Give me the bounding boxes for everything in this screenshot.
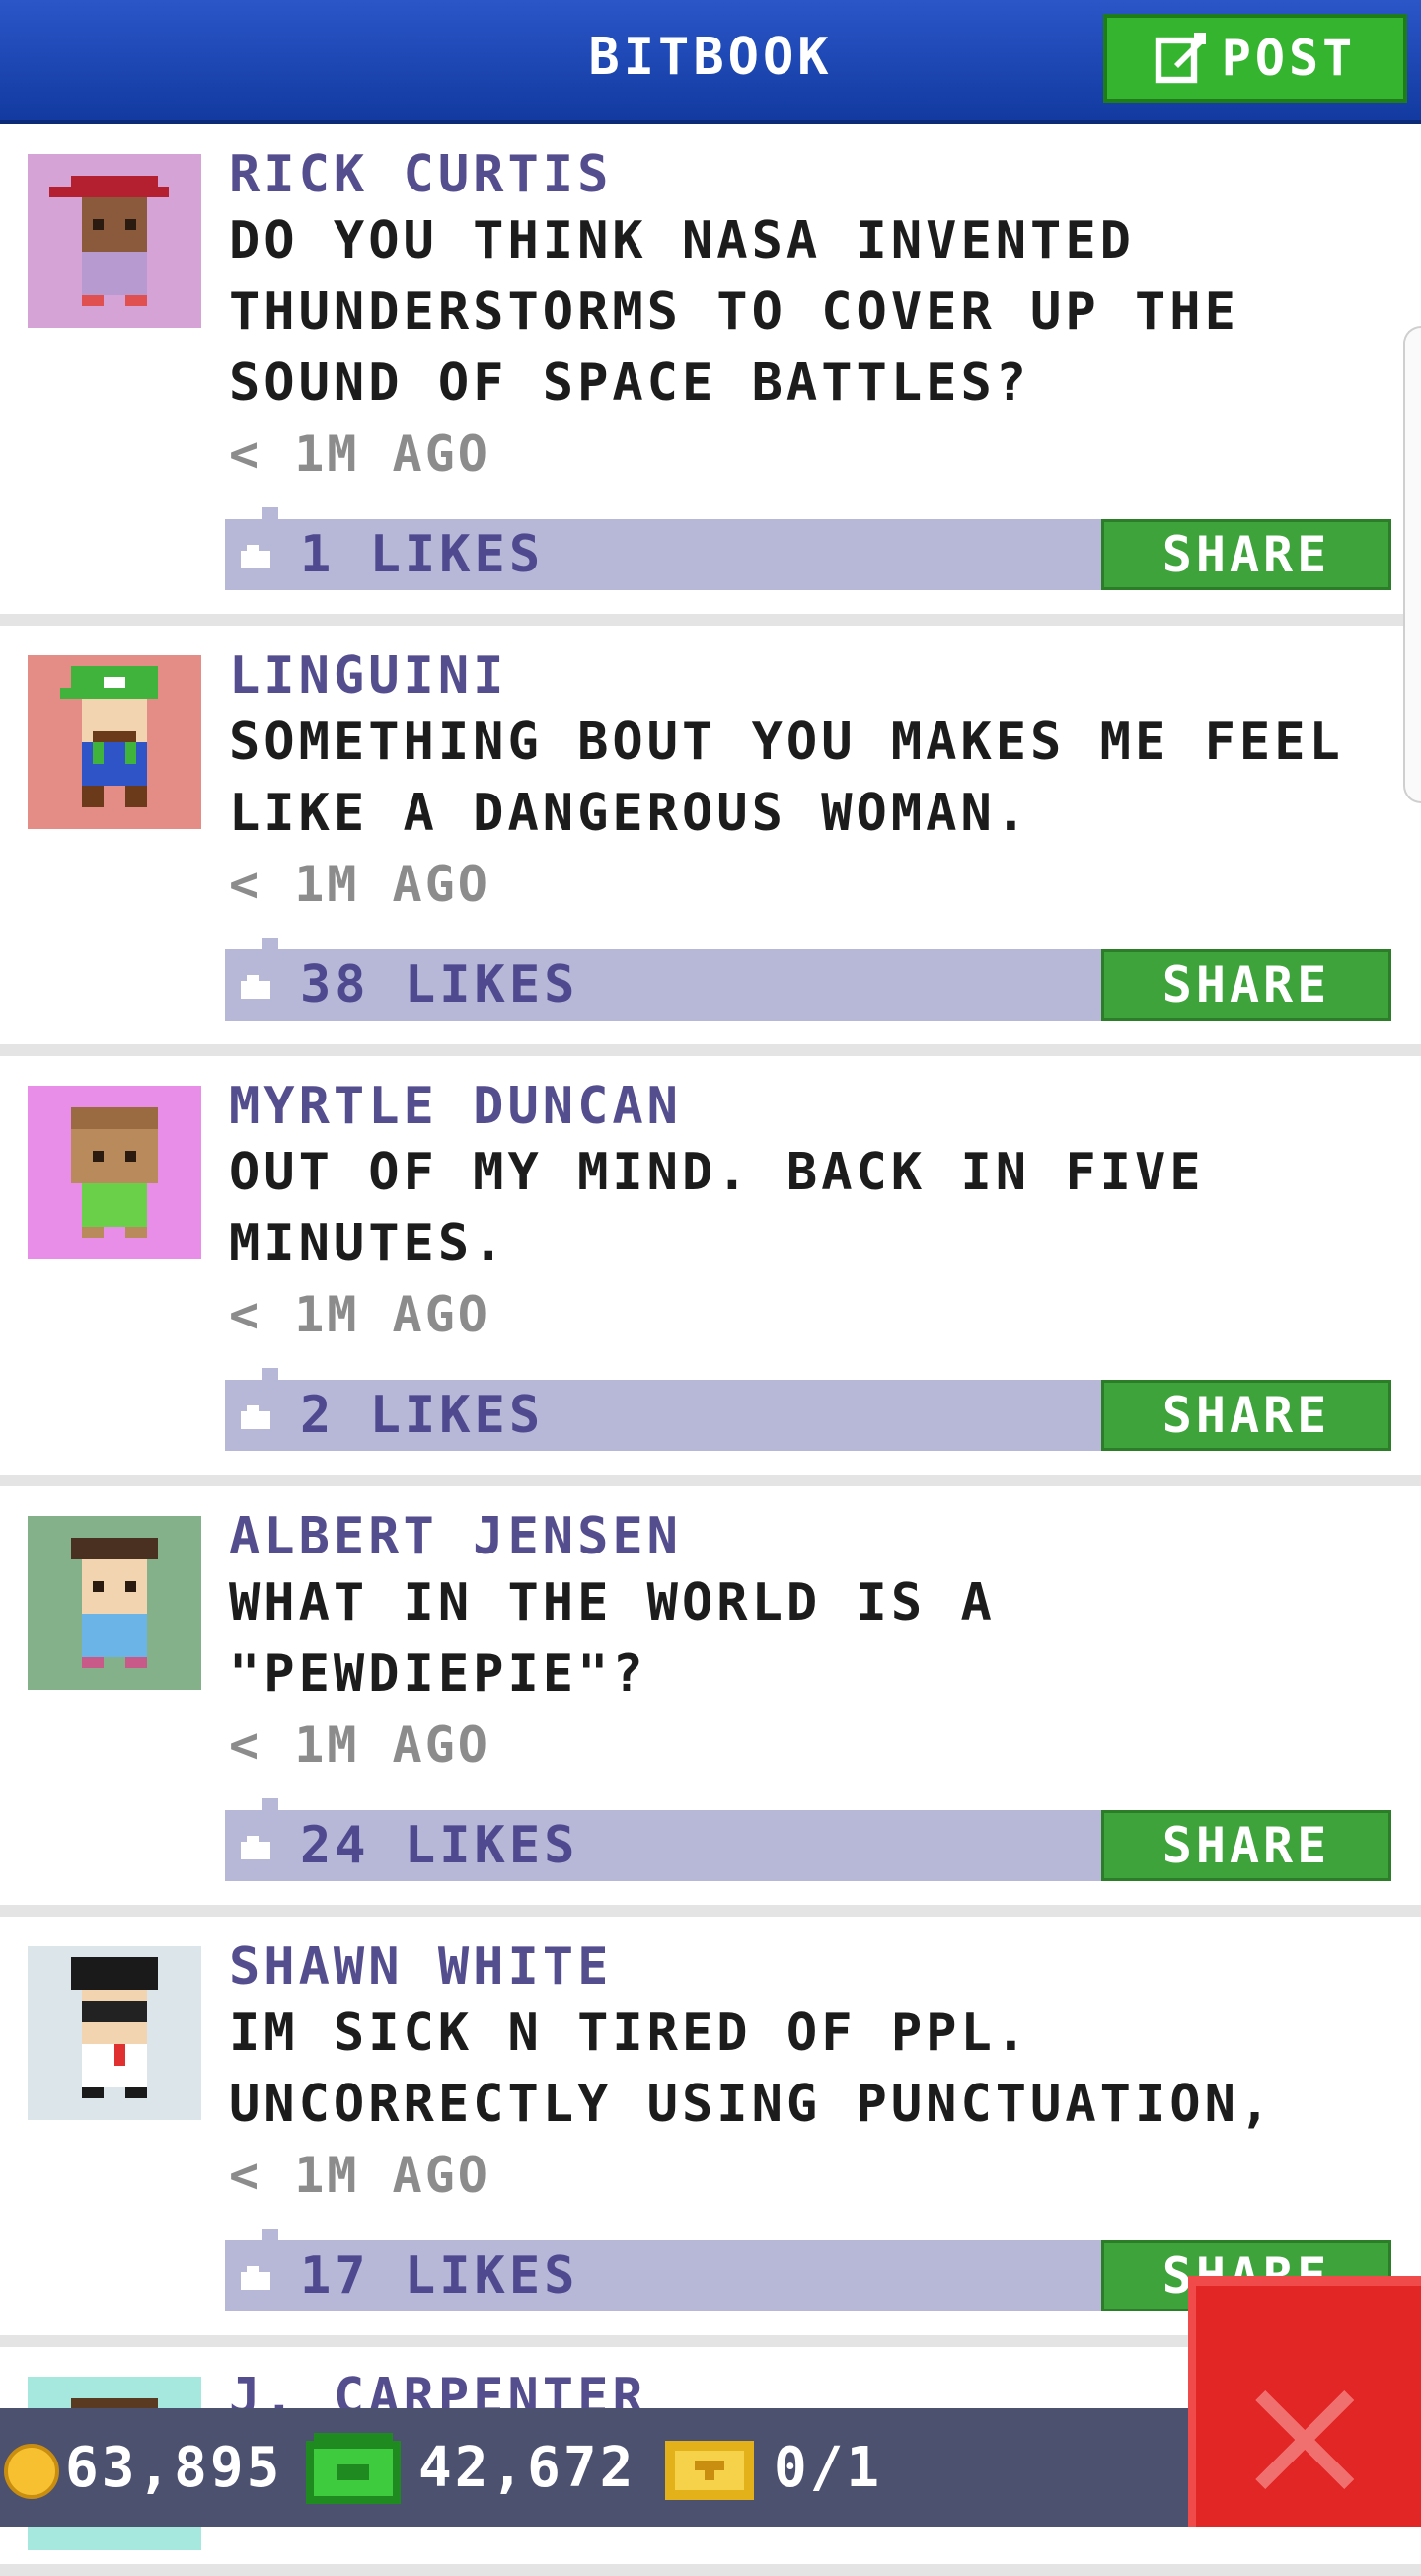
post-button[interactable]: POST <box>1103 14 1407 103</box>
likes-count: 1 LIKES <box>300 525 545 584</box>
share-button[interactable]: SHARE <box>1101 949 1391 1021</box>
compose-icon <box>1155 33 1206 84</box>
post-item: MYRTLE DUNCAN OUT OF MY MIND. BACK IN FI… <box>0 1056 1421 1486</box>
likes-count: 2 LIKES <box>300 1386 545 1445</box>
likes-count: 24 LIKES <box>300 1816 579 1875</box>
likes-bar[interactable]: 1 LIKES SHARE <box>225 507 1391 590</box>
like-icon <box>241 1836 270 1859</box>
post-time: < 1M AGO <box>229 1716 490 1774</box>
post-item: ALBERT JENSEN WHAT IN THE WORLD IS A "PE… <box>0 1486 1421 1917</box>
cash-icon <box>306 2433 401 2504</box>
post-time: < 1M AGO <box>229 2147 490 2204</box>
like-icon <box>241 975 270 999</box>
likes-count: 17 LIKES <box>300 2246 579 2306</box>
share-button[interactable]: SHARE <box>1101 1380 1391 1451</box>
likes-bar[interactable]: 2 LIKES SHARE <box>225 1368 1391 1451</box>
like-icon <box>241 1405 270 1429</box>
post-message: WHAT IN THE WORLD IS A "PEWDIEPIE"? <box>229 1573 996 1704</box>
avatar <box>28 1946 201 2120</box>
coins-count: 63,895 <box>65 2436 283 2500</box>
post-author[interactable]: MYRTLE DUNCAN <box>229 1076 1393 1137</box>
close-button[interactable] <box>1188 2276 1421 2527</box>
post-message: IM SICK N TIRED OF PPL. UNCORRECTLY USIN… <box>229 2004 1275 2134</box>
avatar <box>28 1516 201 1690</box>
post-author[interactable]: SHAWN WHITE <box>229 1936 1393 1998</box>
avatar <box>28 655 201 829</box>
ticket-icon <box>665 2441 754 2500</box>
post-item: LINGUINI SOMETHING BOUT YOU MAKES ME FEE… <box>0 626 1421 1056</box>
close-icon <box>1255 2390 1354 2489</box>
likes-bar[interactable]: 24 LIKES SHARE <box>225 1798 1391 1881</box>
tickets-count: 0/1 <box>774 2436 883 2500</box>
like-icon <box>241 545 270 568</box>
top-header: BITBOOK POST <box>0 0 1421 124</box>
post-time: < 1M AGO <box>229 1286 490 1343</box>
post-author[interactable]: ALBERT JENSEN <box>229 1506 1393 1567</box>
post-feed[interactable]: RICK CURTIS DO YOU THINK NASA INVENTED T… <box>0 124 1421 2576</box>
likes-bar[interactable]: 38 LIKES SHARE <box>225 938 1391 1021</box>
share-button[interactable]: SHARE <box>1101 1810 1391 1881</box>
coin-icon <box>4 2444 59 2499</box>
avatar <box>28 154 201 328</box>
scroll-indicator[interactable] <box>1403 326 1421 803</box>
likes-count: 38 LIKES <box>300 955 579 1015</box>
post-author[interactable]: RICK CURTIS <box>229 144 1393 205</box>
post-message: DO YOU THINK NASA INVENTED THUNDERSTORMS… <box>229 211 1239 413</box>
post-author[interactable]: LINGUINI <box>229 645 1393 707</box>
like-icon <box>241 2266 270 2290</box>
post-time: < 1M AGO <box>229 425 490 483</box>
post-message: OUT OF MY MIND. BACK IN FIVE MINUTES. <box>229 1143 1205 1273</box>
app-title: BITBOOK <box>588 28 833 87</box>
post-item: RICK CURTIS DO YOU THINK NASA INVENTED T… <box>0 124 1421 626</box>
share-button[interactable]: SHARE <box>1101 519 1391 590</box>
post-button-label: POST <box>1221 30 1357 87</box>
avatar <box>28 1086 201 1259</box>
post-time: < 1M AGO <box>229 856 490 913</box>
post-message: SOMETHING BOUT YOU MAKES ME FEEL LIKE A … <box>229 713 1344 843</box>
cash-count: 42,672 <box>418 2436 636 2500</box>
